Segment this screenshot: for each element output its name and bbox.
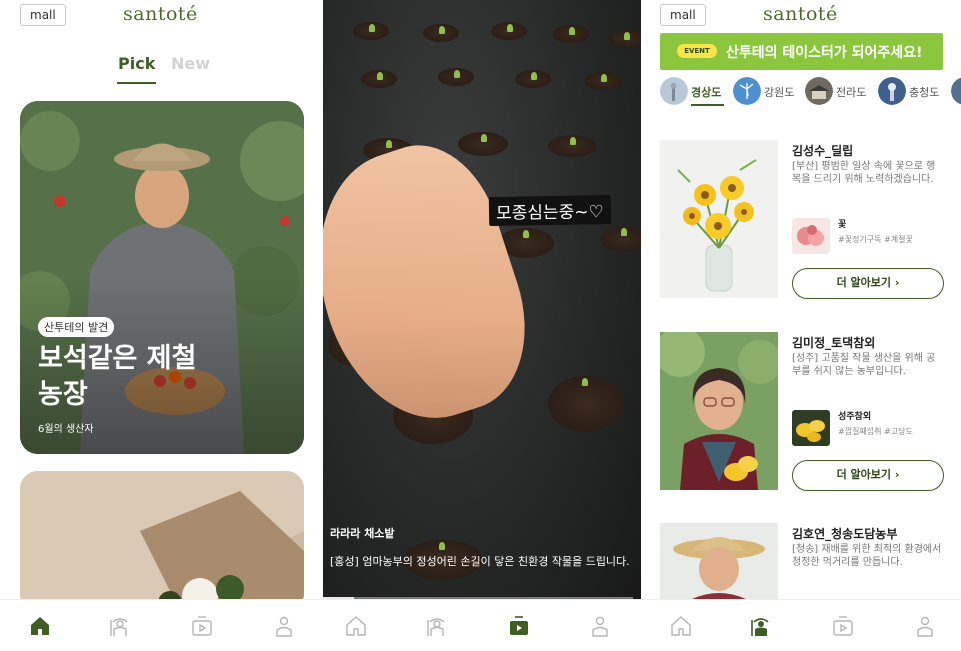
home-icon[interactable] [344,614,368,638]
product-thumb [792,218,830,254]
home-icon[interactable] [28,614,52,638]
tab-new[interactable]: New [171,54,210,73]
app-logo: santoté [123,3,198,25]
learn-more-button[interactable]: 더 알아보기 › [792,460,944,491]
region-thumb [878,77,906,105]
farmer-description: [성주] 고품질 작물 생산을 위해 공부를 쉬지 않는 농부입니다. [792,353,936,377]
second-card[interactable] [20,471,304,611]
video-icon[interactable] [190,614,214,638]
video-screen: 모종심는중~♡ 라라라 채소밭 [홍성] 엄마농부의 정성어린 손길이 닿은 친… [323,0,641,651]
product-name: 성주참외 [838,412,872,422]
region-label: 충청도 [909,86,940,99]
region-thumb [733,77,761,105]
profile-icon[interactable] [272,614,296,638]
farmer-name: 김미정_토댁참외 [792,336,876,350]
region-thumb [660,77,688,105]
farmer-description: [부산] 평범한 일상 속에 꽃으로 행복을 드리기 위해 노력하겠습니다. [792,161,936,185]
product-thumb [792,410,830,446]
story-tag: 모종심는중~♡ [488,194,611,227]
bottom-nav [641,599,961,651]
bottom-nav [323,599,641,651]
mall-button[interactable]: mall [20,4,66,26]
bottom-nav [0,599,323,651]
event-pill: EVENT [677,44,717,58]
region-thumb [951,77,961,105]
region-tabs: 경상도 강원도 전라도 충청도 [660,77,961,107]
profile-icon[interactable] [913,614,937,638]
farmer-photo [660,140,778,298]
region-label: 강원도 [764,86,795,99]
mall-button[interactable]: mall [660,4,706,26]
farmer-card[interactable]: 김미정_토댁참외 [성주] 고품질 작물 생산을 위해 공부를 쉬지 않는 농부… [660,332,950,492]
video-icon[interactable] [507,614,531,638]
product-tags: #껍질째섭취 #고당도 [838,427,913,436]
farmer-name: 김호연_청송도담농부 [792,527,898,541]
flower-photo [20,471,304,611]
feed-tabs: Pick New [0,54,323,86]
profile-icon[interactable] [588,614,612,638]
product-name: 꽃 [838,220,847,230]
feature-card[interactable]: 산투테의 발견 보석같은 제철농장 6월의 생산자 [20,101,304,454]
region-label: 경상도 [691,86,722,99]
pick-screen: mall santoté Pick New 산투테의 발견 보석같은 제철농장 [0,0,323,651]
product-tags: #꽃정기구독 #계절꽃 [838,235,913,244]
feature-subtitle: 6월의 생산자 [38,424,94,435]
event-text: 산투테의 테이스터가 되어주세요! [726,45,923,61]
farmer-icon[interactable] [425,614,449,638]
farmer-card[interactable]: 김성수_딜립 [부산] 평범한 일상 속에 꽃으로 행복을 드리기 위해 노력하… [660,140,950,300]
farmer-description: [청송] 재배를 위한 최적의 환경에서 청정한 먹거리를 만듭니다. [792,544,942,568]
hand-image [323,127,551,443]
video-icon[interactable] [831,614,855,638]
region-label: 전라도 [836,86,867,99]
feature-title: 보석같은 제철농장 [38,343,197,410]
home-icon[interactable] [669,614,693,638]
region-thumb [805,77,833,105]
video-title: 라라라 채소밭 [330,527,395,540]
discovery-badge: 산투테의 발견 [38,317,115,337]
video-description: [홍성] 엄마농부의 정성어린 손길이 닿은 친환경 작물을 드립니다. [330,555,630,568]
tab-pick[interactable]: Pick [116,54,157,84]
app-logo: santoté [763,3,838,25]
learn-more-button[interactable]: 더 알아보기 › [792,268,944,299]
farmer-name: 김성수_딜립 [792,144,854,158]
farmers-screen: mall santoté EVENT 산투테의 테이스터가 되어주세요! 경상도… [641,0,961,651]
farmer-photo [660,332,778,490]
farmer-icon[interactable] [108,614,132,638]
event-banner[interactable]: EVENT 산투테의 테이스터가 되어주세요! [660,33,943,70]
farmer-icon[interactable] [749,614,773,638]
